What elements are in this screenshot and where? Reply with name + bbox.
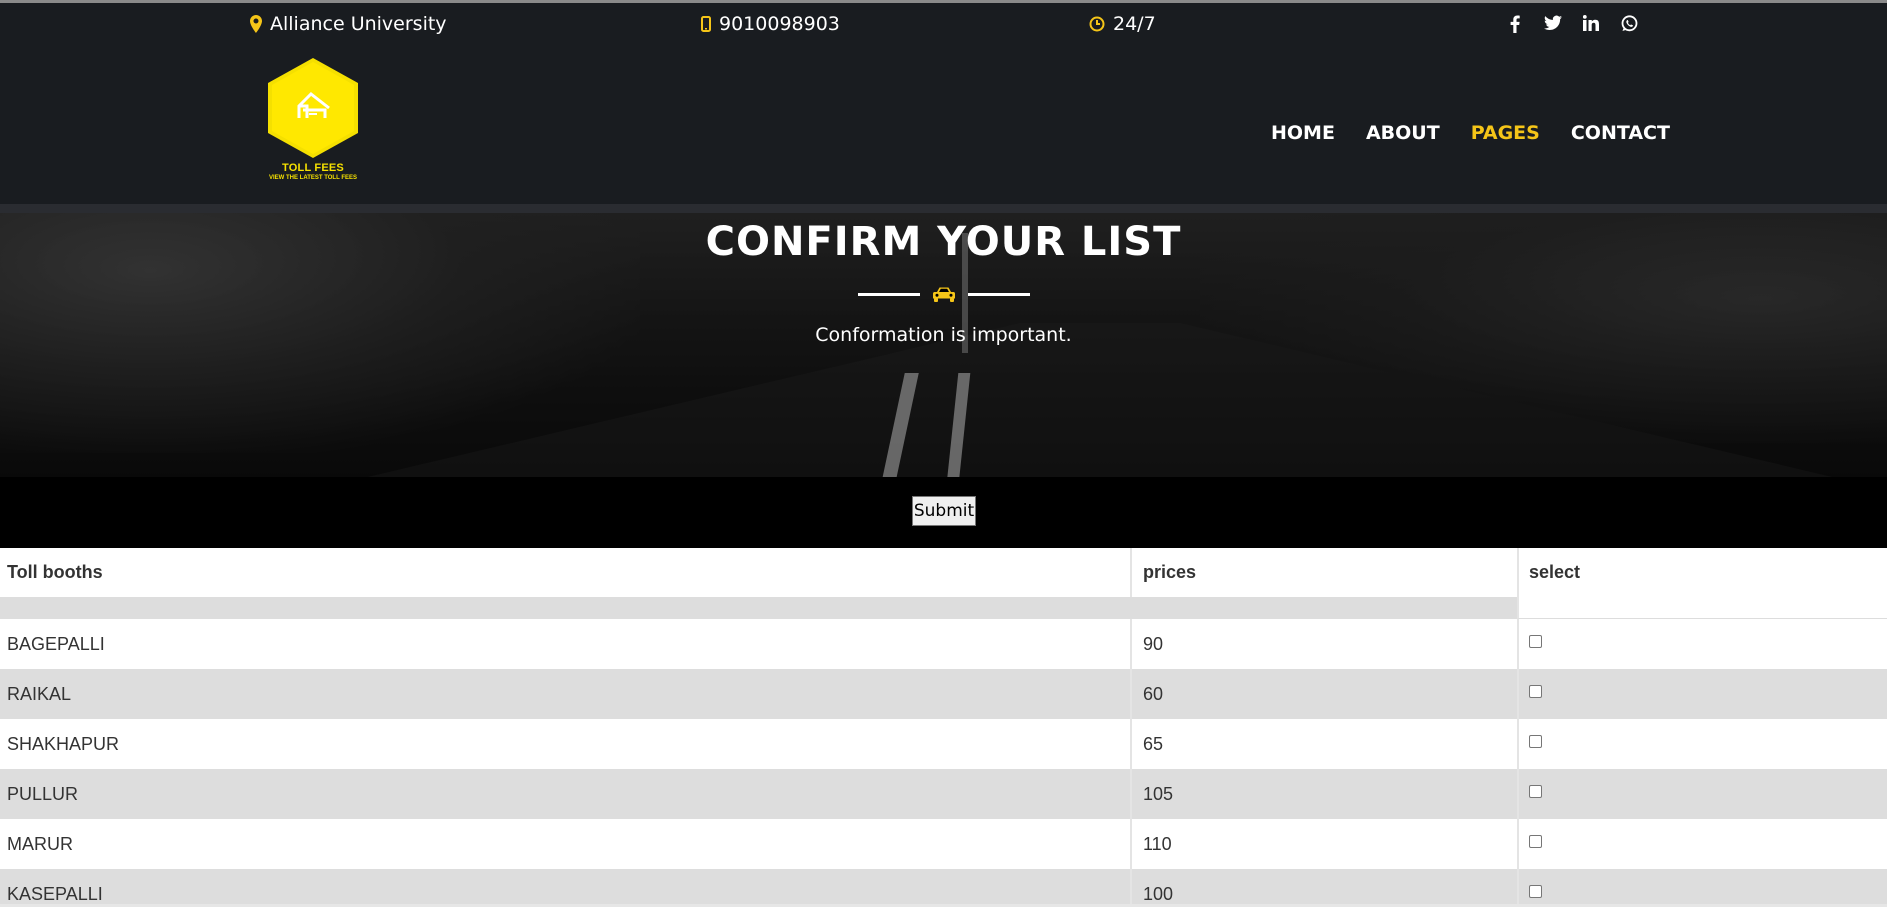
toll-price: 90 (1130, 619, 1517, 669)
map-marker-icon (250, 15, 262, 33)
table-row: KASEPALLI 100 (0, 869, 1887, 907)
column-header-select: select (1517, 548, 1887, 597)
social-links (1505, 15, 1639, 38)
location-info: Alliance University (250, 13, 447, 35)
select-checkbox[interactable] (1529, 884, 1542, 898)
twitter-icon[interactable] (1543, 15, 1563, 38)
toll-booth-name: BAGEPALLI (7, 633, 105, 654)
toll-booth-name: MARUR (7, 833, 73, 854)
table-row: RAIKAL 60 (0, 669, 1887, 719)
table-row: PULLUR 105 (0, 769, 1887, 819)
toll-price: 110 (1130, 819, 1517, 869)
hours-text: 24/7 (1113, 13, 1156, 35)
hours-info: 24/7 (1089, 13, 1156, 35)
nav-home[interactable]: HOME (1271, 122, 1335, 144)
logo-title: TOLL FEES (282, 162, 344, 174)
car-icon (932, 286, 956, 306)
select-checkbox[interactable] (1529, 684, 1542, 698)
mobile-phone-icon (701, 16, 711, 32)
facebook-icon[interactable] (1505, 15, 1525, 38)
toll-price: 100 (1130, 869, 1517, 907)
title-divider (858, 286, 1030, 302)
site-header: TOLL FEES VIEW THE LATEST TOLL FEES HOME… (0, 40, 1887, 204)
toll-booth-name: SHAKHAPUR (7, 733, 120, 754)
toll-booth-name: PULLUR (7, 783, 79, 804)
phone-text: 9010098903 (719, 13, 840, 35)
logo-tagline: VIEW THE LATEST TOLL FEES (268, 175, 357, 181)
top-info-bar: Alliance University 9010098903 24/7 (0, 0, 1887, 40)
location-text: Alliance University (270, 13, 447, 35)
nav-pages[interactable]: PAGES (1471, 122, 1540, 144)
select-checkbox[interactable] (1529, 784, 1542, 798)
column-header-prices: prices (1130, 548, 1517, 597)
select-checkbox[interactable] (1529, 634, 1542, 648)
select-checkbox[interactable] (1529, 734, 1542, 748)
header-separator (0, 204, 1887, 213)
toll-price: 60 (1130, 669, 1517, 719)
toll-price: 65 (1130, 719, 1517, 769)
select-checkbox[interactable] (1529, 834, 1542, 848)
toll-booth-name: KASEPALLI (7, 883, 103, 904)
site-logo[interactable]: TOLL FEES VIEW THE LATEST TOLL FEES (265, 58, 361, 188)
linkedin-icon[interactable] (1581, 15, 1601, 38)
table-spacer-row (0, 597, 1887, 619)
phone-info: 9010098903 (701, 13, 840, 35)
table-row: MARUR 110 (0, 819, 1887, 869)
nav-about[interactable]: ABOUT (1366, 122, 1440, 144)
toll-booth-name: RAIKAL (7, 683, 72, 704)
toll-price: 105 (1130, 769, 1517, 819)
toll-gate-icon (295, 88, 333, 130)
clock-icon (1089, 16, 1105, 32)
table-row: BAGEPALLI 90 (0, 619, 1887, 669)
main-nav: HOME ABOUT PAGES CONTACT (1271, 122, 1670, 144)
submit-button[interactable]: Submit (912, 496, 976, 526)
table-row: SHAKHAPUR 65 (0, 719, 1887, 769)
nav-contact[interactable]: CONTACT (1571, 122, 1670, 144)
column-header-toll-booths: Toll booths (7, 562, 103, 582)
table-header-row: Toll booths prices select (0, 548, 1887, 597)
page-subtitle: Conformation is important. (815, 324, 1072, 346)
page-title: CONFIRM YOUR LIST (705, 219, 1182, 265)
whatsapp-icon[interactable] (1619, 15, 1639, 38)
